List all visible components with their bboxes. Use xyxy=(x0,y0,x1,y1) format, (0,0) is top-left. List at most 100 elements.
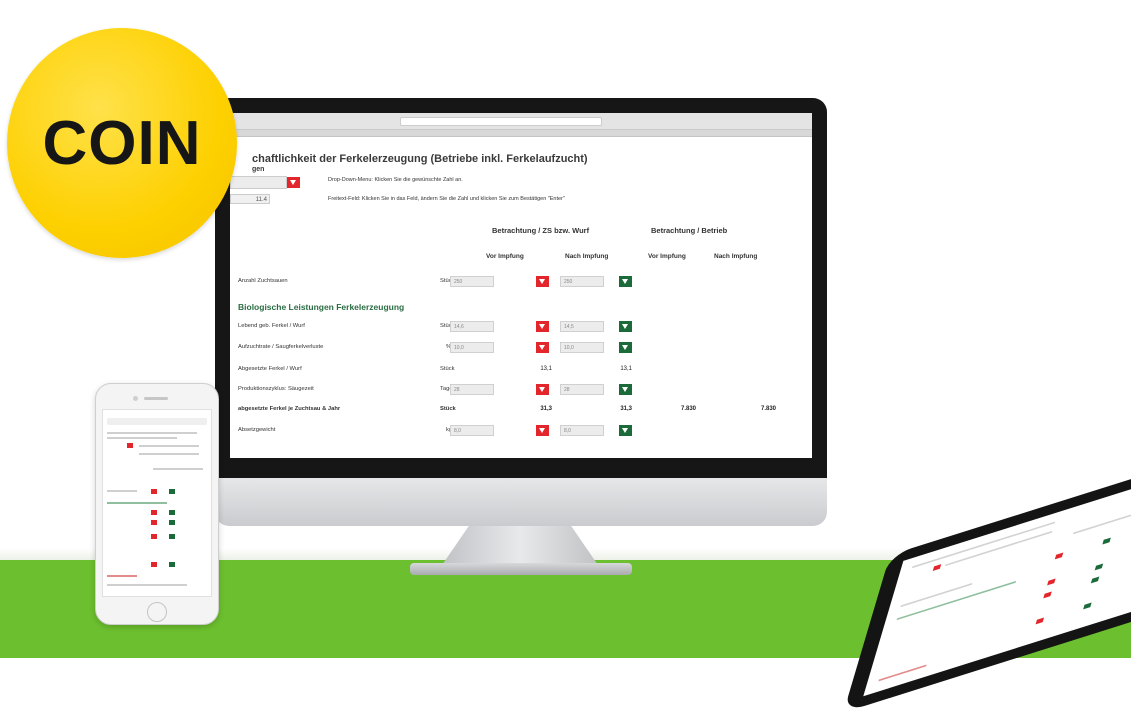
phone-home-button[interactable] xyxy=(147,602,167,622)
table-row: Anzahl Zuchtsauen Stück 250 250 xyxy=(230,276,812,290)
vor-field[interactable]: 10,0 xyxy=(450,342,494,353)
tablet-confirm-icon[interactable] xyxy=(1102,537,1111,545)
browser-tab-strip xyxy=(230,130,812,137)
tablet-confirm-icon[interactable] xyxy=(1090,576,1100,584)
phone-confirm-icon[interactable] xyxy=(169,520,175,525)
browser-address-bar[interactable] xyxy=(400,116,602,126)
monitor-stand xyxy=(440,526,600,568)
page-title: chaftlichkeit der Ferkelerzeugung (Betri… xyxy=(252,153,588,165)
smartphone xyxy=(95,383,219,625)
browser-toolbar xyxy=(230,113,812,130)
tablet-dropdown-icon[interactable] xyxy=(932,564,942,571)
phone-dropdown-icon[interactable] xyxy=(127,443,133,448)
phone-dropdown-icon[interactable] xyxy=(151,489,157,494)
example-free-field[interactable]: 11.4 xyxy=(230,194,270,204)
col-header-nach-farm: Nach Impfung xyxy=(714,253,758,260)
phone-text-line xyxy=(107,575,137,577)
dropdown-arrow-icon[interactable] xyxy=(536,384,549,395)
table-row: Aufzuchtrate / Saugferkelverluste % 10,0… xyxy=(230,342,812,356)
row-label: Aufzuchtrate / Saugferkelverluste xyxy=(238,344,324,350)
vor-field[interactable]: 8,0 xyxy=(450,425,494,436)
phone-text-line xyxy=(107,490,137,492)
nach-field[interactable]: 10,0 xyxy=(560,342,604,353)
dropdown-arrow-icon[interactable] xyxy=(536,276,549,287)
confirm-arrow-icon[interactable] xyxy=(619,276,632,287)
dropdown-arrow-icon[interactable] xyxy=(536,342,549,353)
monitor-chin xyxy=(215,478,827,526)
confirm-arrow-icon[interactable] xyxy=(619,425,632,436)
vor-value: 31,3 xyxy=(540,406,552,412)
phone-confirm-icon[interactable] xyxy=(169,489,175,494)
col-header-vor-sow: Vor Impfung xyxy=(486,253,524,260)
phone-dropdown-icon[interactable] xyxy=(151,510,157,515)
row-label: Abgesetzte Ferkel / Wurf xyxy=(238,366,302,372)
confirm-arrow-icon[interactable] xyxy=(619,321,632,332)
row-unit: Stück xyxy=(440,406,456,412)
phone-confirm-icon[interactable] xyxy=(169,562,175,567)
phone-text-line xyxy=(107,584,187,586)
farm-nach-value: 7.830 xyxy=(760,406,776,412)
section-title-bio: Biologische Leistungen Ferkelerzeugung xyxy=(238,302,405,312)
phone-status-bar xyxy=(103,410,211,418)
col-header-nach-sow: Nach Impfung xyxy=(565,253,609,260)
nach-value: 31,3 xyxy=(620,406,632,412)
tablet-text-line xyxy=(878,664,927,682)
nach-field[interactable]: 250 xyxy=(560,276,604,287)
tablet-confirm-icon[interactable] xyxy=(1083,602,1092,610)
tablet-text-line xyxy=(1072,510,1131,535)
phone-text-line xyxy=(107,437,177,439)
dropdown-arrow-icon[interactable] xyxy=(287,177,300,188)
tablet-screen xyxy=(863,436,1131,697)
phone-screen xyxy=(102,409,212,597)
phone-dropdown-icon[interactable] xyxy=(151,534,157,539)
vor-value: 13,1 xyxy=(540,366,552,372)
tablet-dropdown-icon[interactable] xyxy=(1035,617,1045,625)
phone-camera xyxy=(133,396,138,401)
table-row: Abgesetzte Ferkel / Wurf Stück 13,1 13,1 xyxy=(230,364,812,378)
desktop-screen: chaftlichkeit der Ferkelerzeugung (Betri… xyxy=(230,113,812,458)
group-header-per-farm: Betrachtung / Betrieb xyxy=(651,226,728,235)
nach-field[interactable]: 14,5 xyxy=(560,321,604,332)
phone-text-line xyxy=(153,468,203,470)
row-label: abgesetzte Ferkel je Zuchtsau & Jahr xyxy=(238,406,341,412)
vor-field[interactable]: 28 xyxy=(450,384,494,395)
tablet-dropdown-icon[interactable] xyxy=(1043,591,1052,599)
col-header-vor-farm: Vor Impfung xyxy=(648,253,686,260)
example-dropdown[interactable] xyxy=(230,176,300,189)
group-header-per-sow: Betrachtung / ZS bzw. Wurf xyxy=(492,226,590,235)
tablet-body xyxy=(843,420,1131,713)
dropdown-arrow-icon[interactable] xyxy=(536,425,549,436)
tablet xyxy=(770,420,1131,713)
nach-field[interactable]: 28 xyxy=(560,384,604,395)
table-row: Lebend geb. Ferkel / Wurf Stück 14,6 14,… xyxy=(230,321,812,335)
nach-field[interactable]: 8,0 xyxy=(560,425,604,436)
coin-badge-text: COIN xyxy=(42,108,202,178)
phone-dropdown-icon[interactable] xyxy=(151,520,157,525)
dropdown-hint: Drop-Down-Menu: Klicken Sie die gewünsch… xyxy=(328,177,463,183)
confirm-arrow-icon[interactable] xyxy=(619,342,632,353)
phone-address-bar[interactable] xyxy=(107,418,207,425)
row-label: Produktionszyklus: Säugezeit xyxy=(238,386,314,392)
phone-text-line xyxy=(139,445,199,447)
tablet-confirm-icon[interactable] xyxy=(1094,563,1104,571)
farm-vor-value: 7.830 xyxy=(680,406,696,412)
vor-field[interactable]: 250 xyxy=(450,276,494,287)
phone-confirm-icon[interactable] xyxy=(169,510,175,515)
table-row: Absetzgewicht kg 8,0 8,0 xyxy=(230,425,812,439)
phone-dropdown-icon[interactable] xyxy=(151,562,157,567)
free-field-hint: Freitext-Feld: Klicken Sie in das Feld, … xyxy=(328,196,565,202)
phone-text-line xyxy=(107,432,197,434)
tablet-dropdown-icon[interactable] xyxy=(1054,552,1064,560)
page-subtitle: gen xyxy=(252,166,265,173)
phone-confirm-icon[interactable] xyxy=(169,534,175,539)
row-unit: Stück xyxy=(440,366,455,372)
confirm-arrow-icon[interactable] xyxy=(619,384,632,395)
vor-field[interactable]: 14,6 xyxy=(450,321,494,332)
phone-text-line xyxy=(139,453,199,455)
row-label: Lebend geb. Ferkel / Wurf xyxy=(238,323,305,329)
nach-value: 13,1 xyxy=(620,366,632,372)
tablet-dropdown-icon[interactable] xyxy=(1047,578,1056,586)
tablet-text-line xyxy=(900,582,973,608)
coin-badge: COIN xyxy=(7,28,237,258)
dropdown-arrow-icon[interactable] xyxy=(536,321,549,332)
